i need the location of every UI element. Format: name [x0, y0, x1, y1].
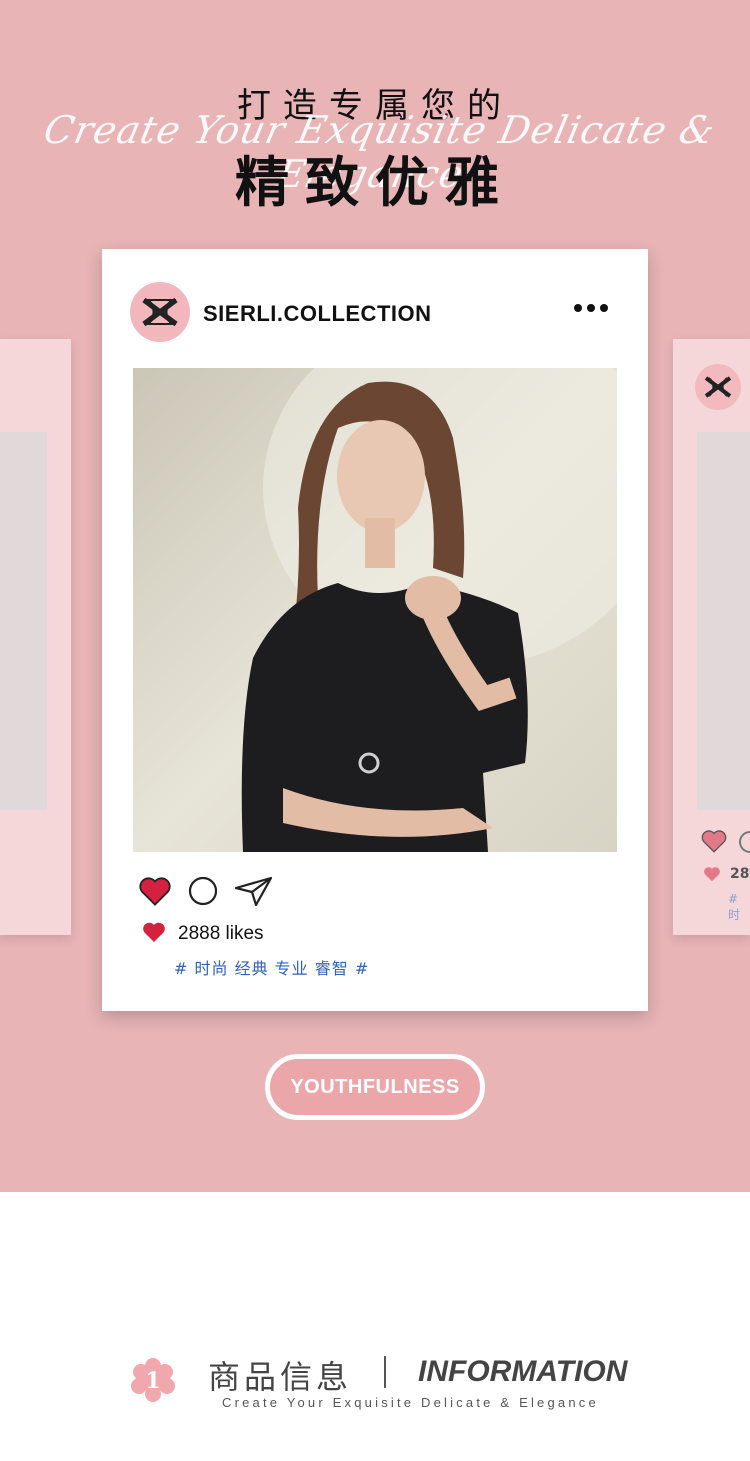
social-post-card: SIERLI.COLLECTION 2888 likes # 时尚 经典 专业 … — [102, 249, 648, 1011]
likes-row: 2888 likes — [142, 921, 264, 947]
side-hashtags: # 时 — [728, 892, 741, 922]
heart-icon — [142, 921, 166, 947]
section-divider — [384, 1356, 386, 1388]
brand-logo-icon[interactable] — [130, 282, 190, 342]
heart-icon[interactable] — [701, 829, 727, 857]
post-action-bar — [138, 875, 274, 907]
side-post-image — [0, 432, 47, 810]
more-icon[interactable] — [574, 304, 608, 312]
share-icon[interactable] — [234, 875, 274, 907]
side-post-card-left[interactable] — [0, 339, 71, 935]
flower-badge-icon: 1 — [130, 1357, 176, 1403]
post-hashtags[interactable]: # 时尚 经典 专业 睿智 # — [174, 955, 369, 979]
section-title-en: INFORMATION — [418, 1355, 628, 1388]
post-photo — [133, 368, 617, 852]
section-title-cn: 商品信息 — [208, 1358, 353, 1396]
badge-number: 1 — [145, 1368, 160, 1394]
brand-logo-icon — [695, 364, 741, 410]
youthfulness-button[interactable]: YOUTHFULNESS — [265, 1054, 485, 1120]
heart-icon[interactable] — [138, 876, 172, 906]
comment-icon[interactable] — [188, 876, 218, 906]
side-post-card-right[interactable]: 28 # 时 — [673, 339, 750, 935]
likes-count[interactable]: 2888 likes — [178, 923, 264, 945]
section-subtitle: Create Your Exquisite Delicate & Eleganc… — [222, 1395, 599, 1410]
side-likes-count: 28 — [730, 866, 750, 882]
hero-title-main: 精致优雅 — [235, 151, 515, 214]
comment-icon[interactable] — [739, 831, 750, 853]
side-post-image — [697, 432, 750, 810]
account-name[interactable]: SIERLI.COLLECTION — [203, 301, 432, 327]
heart-icon — [703, 866, 721, 886]
